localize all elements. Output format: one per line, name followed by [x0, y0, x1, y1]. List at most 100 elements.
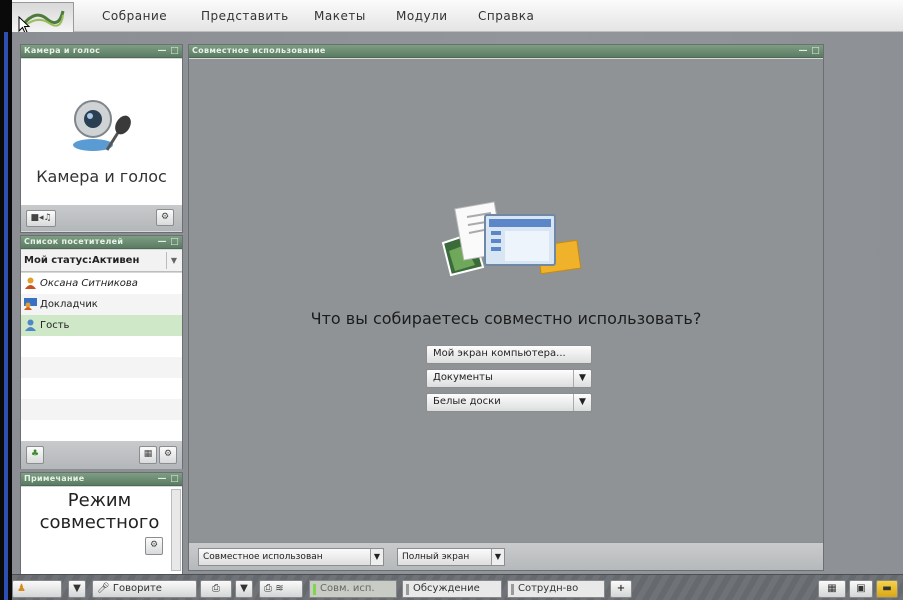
menu-present[interactable]: Представить	[201, 9, 289, 23]
camera-icon: ⎙	[212, 583, 220, 594]
notes-view-button[interactable]: ▬	[876, 580, 898, 598]
left-edge	[0, 0, 12, 600]
pod-title[interactable]: Совместное использование — □	[189, 45, 823, 58]
add-user-icon: ♣	[30, 449, 40, 459]
chevron-down-icon[interactable]: ▼	[573, 370, 591, 387]
share-pod-body: Что вы собираетесь совместно использоват…	[189, 59, 823, 542]
pod-title-text: Совместное использование	[192, 46, 326, 55]
chevron-down-icon[interactable]: ▼	[573, 394, 591, 411]
attendee-name: Докладчик	[40, 299, 98, 310]
note-pod: Примечание — □ Режим совместного ⚙	[20, 472, 183, 576]
gear-icon: ⚙	[149, 540, 159, 550]
person-status-icon: ♟	[17, 583, 26, 594]
attendee-list-pod: Список посетителей — □ Мой статус:Активе…	[20, 235, 183, 469]
talk-button[interactable]: 🎤︎ Говорите	[92, 580, 197, 598]
button-label: +	[616, 583, 626, 594]
pod-title[interactable]: Камера и голос — □	[21, 45, 182, 58]
window-icon: ▣	[856, 583, 866, 594]
attendee-view-button[interactable]: ▦	[139, 446, 157, 464]
pod-title[interactable]: Примечание — □	[21, 473, 182, 486]
chevron-down-icon[interactable]: ▼	[166, 252, 181, 269]
status-icon-button[interactable]: ♟	[12, 580, 62, 598]
pod-window-controls[interactable]: — □	[798, 46, 820, 56]
select-value: Совместное использован	[203, 552, 323, 562]
attendee-row-guest[interactable]: Гость	[21, 315, 182, 336]
camera-audio-button[interactable]: ■◂♫	[26, 210, 56, 227]
pod-window-controls[interactable]: — □	[157, 46, 179, 56]
note-text: Режим совместного	[39, 490, 160, 533]
attendee-row-presenter[interactable]: Докладчик	[21, 294, 182, 315]
camera-voice-pod: Камера и голос — □ Камера и голос ■◂♫ ⚙	[20, 44, 183, 233]
attendee-list: Оксана Ситникова Докладчик Гость	[21, 273, 182, 441]
chevron-down-icon[interactable]: ▼	[491, 549, 504, 565]
raise-hand-button[interactable]: ⎙ ≋	[259, 580, 303, 598]
pod-view-button[interactable]: ▣	[849, 580, 873, 598]
grid-view-icon: ▦	[143, 449, 153, 459]
button-label: Белые доски	[433, 396, 501, 407]
menu-pods[interactable]: Модули	[396, 9, 448, 23]
gear-icon: ⚙	[160, 212, 170, 222]
share-question: Что вы собираетесь совместно использоват…	[310, 309, 702, 328]
share-content-illustration-icon	[441, 201, 582, 277]
attendee-name: Оксана Ситникова	[40, 278, 138, 289]
chevron-down-icon: ▼	[73, 583, 81, 594]
add-layout-button[interactable]: +	[610, 580, 632, 598]
share-pod: Совместное использование — □ Что вы соби…	[188, 44, 824, 571]
camera-button[interactable]: ⎙	[200, 580, 232, 598]
bottom-toolbar: ♟ ▼ 🎤︎ Говорите ⎙ ▼ ⎙ ≋ Совм. исп. Обсуж…	[12, 574, 903, 600]
share-documents-button[interactable]: Документы ▼	[426, 369, 592, 388]
note-scrollbar[interactable]	[171, 489, 181, 571]
attendee-name: Гость	[40, 320, 70, 331]
tab-discussion[interactable]: Обсуждение	[402, 580, 502, 598]
host-icon	[25, 277, 36, 289]
pod-window-controls[interactable]: — □	[157, 474, 179, 484]
camera-settings-button[interactable]: ⚙	[156, 209, 174, 226]
my-status-select[interactable]: Мой статус:Активен ▼	[21, 250, 182, 272]
invite-attendee-button[interactable]: ♣	[26, 446, 44, 464]
status-dropdown[interactable]: ▼	[68, 580, 86, 598]
guest-icon	[25, 319, 36, 331]
pod-title-text: Примечание	[24, 474, 85, 483]
print-icon: ⎙	[264, 583, 272, 594]
tab-label: Сотрудн-во	[518, 583, 579, 594]
camera-pod-body: Камера и голос	[21, 59, 182, 205]
share-pod-footer: Совместное использован ▼ Полный экран ▼	[189, 542, 823, 570]
webcam-microphone-icon	[73, 100, 131, 151]
tab-share[interactable]: Совм. исп.	[309, 580, 397, 598]
tab-label: Обсуждение	[413, 583, 480, 594]
share-whiteboards-button[interactable]: Белые доски ▼	[426, 393, 592, 412]
fullscreen-select[interactable]: Полный экран ▼	[397, 548, 505, 566]
attendee-row-host[interactable]: Оксана Ситникова	[21, 273, 182, 294]
camera-voice-heading: Камера и голос	[36, 167, 167, 186]
chevron-down-icon: ▼	[240, 583, 248, 594]
attendee-settings-button[interactable]: ⚙	[159, 446, 177, 464]
workspace: Камера и голос — □ Камера и голос ■◂♫ ⚙ …	[12, 32, 903, 576]
share-my-screen-button[interactable]: Мой экран компьютера...	[426, 345, 592, 364]
tab-label: Совм. исп.	[320, 583, 375, 594]
button-label: Мой экран компьютера...	[433, 348, 566, 359]
status-value: Мой статус:Активен	[24, 255, 140, 266]
menu-help[interactable]: Справка	[478, 9, 534, 23]
pod-title[interactable]: Список посетителей — □	[21, 236, 182, 249]
button-label: Документы	[433, 372, 493, 383]
wave-icon: ≋	[275, 583, 284, 594]
pod-window-controls[interactable]: — □	[157, 237, 179, 247]
grid-icon: ▦	[827, 583, 837, 594]
folder-icon: ▬	[882, 583, 892, 594]
microphone-icon: 🎤︎	[97, 583, 110, 594]
share-mode-select[interactable]: Совместное использован ▼	[198, 548, 384, 566]
menu-layouts[interactable]: Макеты	[314, 9, 366, 23]
pod-title-text: Камера и голос	[24, 46, 101, 55]
list-item	[21, 336, 182, 357]
camera-pod-footer: ■◂♫ ⚙	[21, 205, 182, 231]
camera-dropdown[interactable]: ▼	[235, 580, 253, 598]
note-settings-button[interactable]: ⚙	[145, 537, 163, 555]
gear-icon: ⚙	[163, 449, 173, 459]
list-item	[21, 399, 182, 420]
note-body[interactable]: Режим совместного ⚙	[21, 487, 182, 575]
pod-title-text: Список посетителей	[24, 237, 124, 246]
chevron-down-icon[interactable]: ▼	[370, 549, 383, 565]
tab-collaboration[interactable]: Сотрудн-во	[507, 580, 605, 598]
menu-meeting[interactable]: Собрание	[102, 9, 167, 23]
layout-grid-button[interactable]: ▦	[818, 580, 846, 598]
